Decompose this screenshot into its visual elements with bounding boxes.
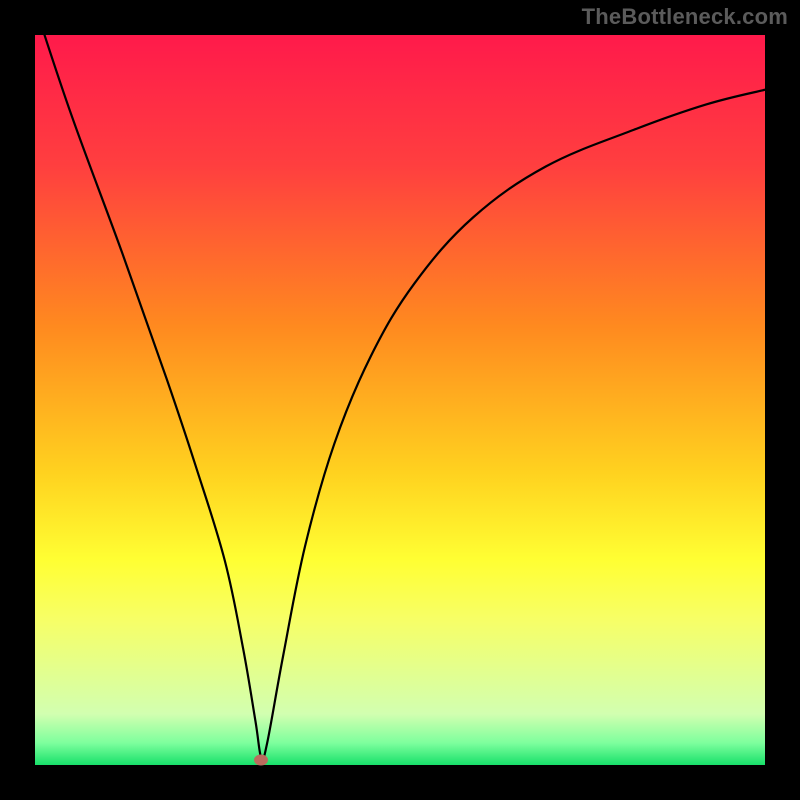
gradient-background [35, 35, 765, 765]
chart-frame: TheBottleneck.com [0, 0, 800, 800]
minimum-marker-icon [254, 754, 268, 765]
chart-svg [35, 35, 765, 765]
plot-area [35, 35, 765, 765]
watermark-text: TheBottleneck.com [582, 4, 788, 30]
